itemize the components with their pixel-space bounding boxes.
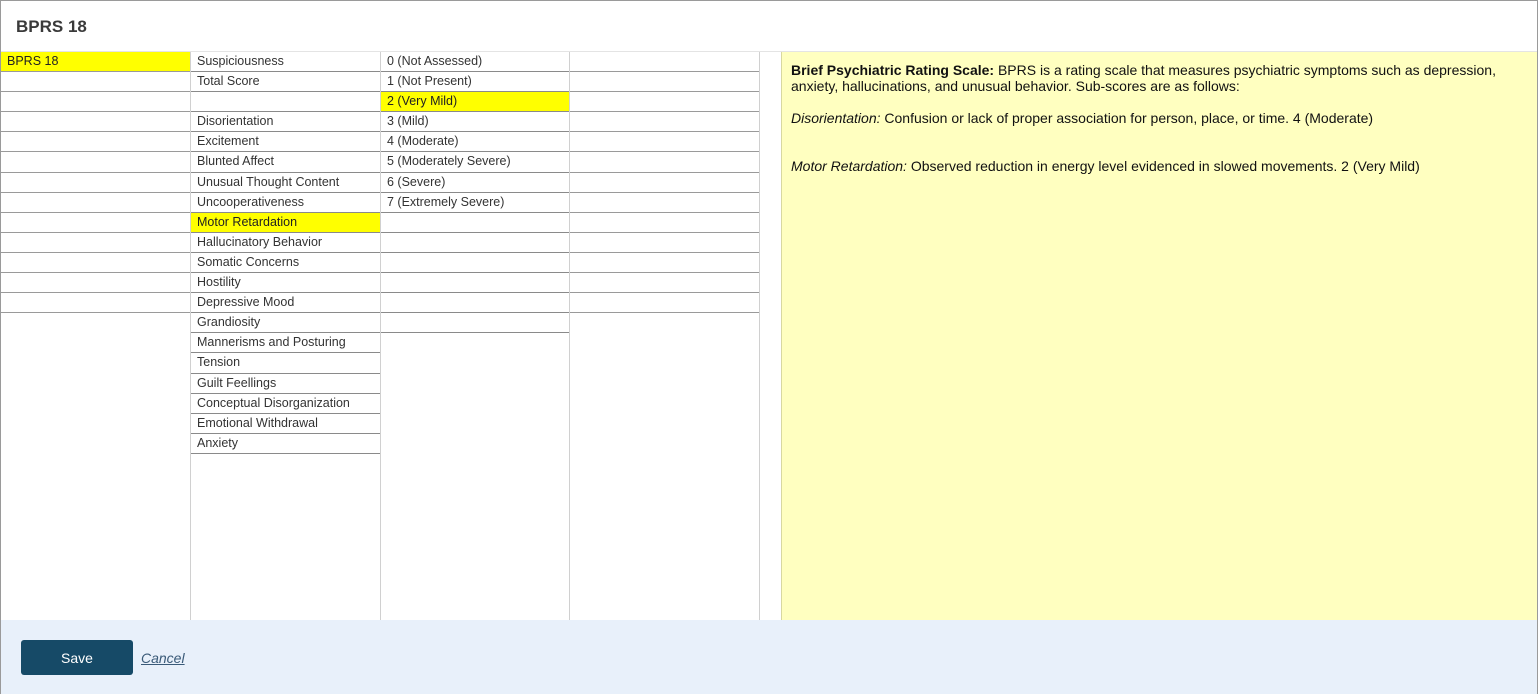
item-row[interactable]: Mannerisms and Posturing xyxy=(191,333,380,354)
rating-row[interactable] xyxy=(381,293,569,314)
info-entry-text: Confusion or lack of proper association … xyxy=(880,110,1374,126)
extra-row[interactable] xyxy=(570,112,759,133)
scale-row[interactable] xyxy=(1,253,190,274)
info-entry-motor-retardation: Motor Retardation: Observed reduction in… xyxy=(791,158,1528,174)
item-list: Suspiciousness Total Score Disorientation E… xyxy=(191,52,381,620)
rating-row[interactable]: 7 (Extremely Severe) xyxy=(381,193,569,213)
cancel-link[interactable]: Cancel xyxy=(141,650,185,666)
rating-row[interactable] xyxy=(381,273,569,294)
scale-row[interactable] xyxy=(1,273,190,294)
item-row[interactable]: Anxiety xyxy=(191,434,380,454)
item-row[interactable]: Hallucinatory Behavior xyxy=(191,233,380,253)
scale-row[interactable] xyxy=(1,173,190,193)
info-entry-name: Disorientation: xyxy=(791,110,881,126)
info-intro-label: Brief Psychiatric Rating Scale: xyxy=(791,62,995,78)
scale-row[interactable] xyxy=(1,213,190,233)
item-row[interactable]: Conceptual Disorganization xyxy=(191,394,380,414)
dialog-title: BPRS 18 xyxy=(16,17,87,36)
scale-row[interactable]: BPRS 18 xyxy=(1,52,190,73)
item-row[interactable]: Hostility xyxy=(191,273,380,294)
extra-row[interactable] xyxy=(570,72,759,93)
rating-row[interactable] xyxy=(381,253,569,274)
rating-row[interactable]: 2 (Very Mild) xyxy=(381,92,569,113)
scale-row[interactable] xyxy=(1,233,190,253)
rating-list: 0 (Not Assessed) 1 (Not Present) 2 (Very M… xyxy=(381,52,570,620)
scale-row[interactable] xyxy=(1,92,190,113)
rating-row[interactable] xyxy=(381,313,569,334)
extra-list xyxy=(570,52,760,620)
item-row[interactable]: Uncooperativeness xyxy=(191,193,380,213)
item-row[interactable]: Blunted Affect xyxy=(191,152,380,173)
scale-row[interactable] xyxy=(1,72,190,93)
item-row[interactable]: Somatic Concerns xyxy=(191,253,380,274)
info-entry-name: Motor Retardation: xyxy=(791,158,907,174)
scale-row[interactable] xyxy=(1,152,190,173)
extra-row[interactable] xyxy=(570,273,759,294)
info-entry-text: Observed reduction in energy level evide… xyxy=(906,158,1420,174)
item-row[interactable]: Total Score xyxy=(191,72,380,93)
bprs-dialog: BPRS 18 BPRS 18 Suspiciousness Total Scor… xyxy=(0,0,1538,694)
item-row[interactable]: Guilt Feellings xyxy=(191,374,380,394)
footer: Save Cancel xyxy=(1,620,1537,694)
rating-row[interactable]: 5 (Moderately Severe) xyxy=(381,152,569,173)
scale-row[interactable] xyxy=(1,132,190,153)
extra-row[interactable] xyxy=(570,253,759,274)
item-row[interactable]: Depressive Mood xyxy=(191,293,380,314)
title-bar: BPRS 18 xyxy=(1,1,1537,52)
extra-row[interactable] xyxy=(570,92,759,113)
extra-row[interactable] xyxy=(570,132,759,153)
scale-row[interactable] xyxy=(1,112,190,133)
item-row[interactable]: Suspiciousness xyxy=(191,52,380,73)
rating-row[interactable] xyxy=(381,213,569,233)
rating-row[interactable]: 3 (Mild) xyxy=(381,112,569,133)
extra-row[interactable] xyxy=(570,152,759,173)
item-row[interactable]: Motor Retardation xyxy=(191,212,380,233)
extra-row[interactable] xyxy=(570,213,759,233)
item-row[interactable]: Tension xyxy=(191,353,380,374)
rating-row[interactable]: 6 (Severe) xyxy=(381,173,569,193)
save-button[interactable]: Save xyxy=(21,640,133,675)
item-row[interactable]: Excitement xyxy=(191,132,380,153)
item-row[interactable] xyxy=(191,92,380,113)
item-row[interactable]: Unusual Thought Content xyxy=(191,173,380,193)
extra-row[interactable] xyxy=(570,193,759,213)
extra-row[interactable] xyxy=(570,173,759,193)
item-row[interactable]: Emotional Withdrawal xyxy=(191,414,380,434)
info-entry-disorientation: Disorientation: Confusion or lack of pro… xyxy=(791,110,1528,126)
info-panel: Brief Psychiatric Rating Scale: BPRS is … xyxy=(781,52,1537,620)
scale-row[interactable] xyxy=(1,293,190,314)
extra-row[interactable] xyxy=(570,52,759,73)
scale-row[interactable] xyxy=(1,193,190,213)
rating-row[interactable] xyxy=(381,233,569,253)
item-row[interactable]: Disorientation xyxy=(191,112,380,133)
info-intro: Brief Psychiatric Rating Scale: BPRS is … xyxy=(791,62,1528,94)
rating-row[interactable]: 1 (Not Present) xyxy=(381,72,569,93)
extra-row[interactable] xyxy=(570,293,759,314)
extra-row[interactable] xyxy=(570,233,759,253)
item-row[interactable]: Grandiosity xyxy=(191,313,380,334)
rating-row[interactable]: 4 (Moderate) xyxy=(381,132,569,153)
rating-row[interactable]: 0 (Not Assessed) xyxy=(381,52,569,73)
scale-list: BPRS 18 xyxy=(1,52,191,620)
